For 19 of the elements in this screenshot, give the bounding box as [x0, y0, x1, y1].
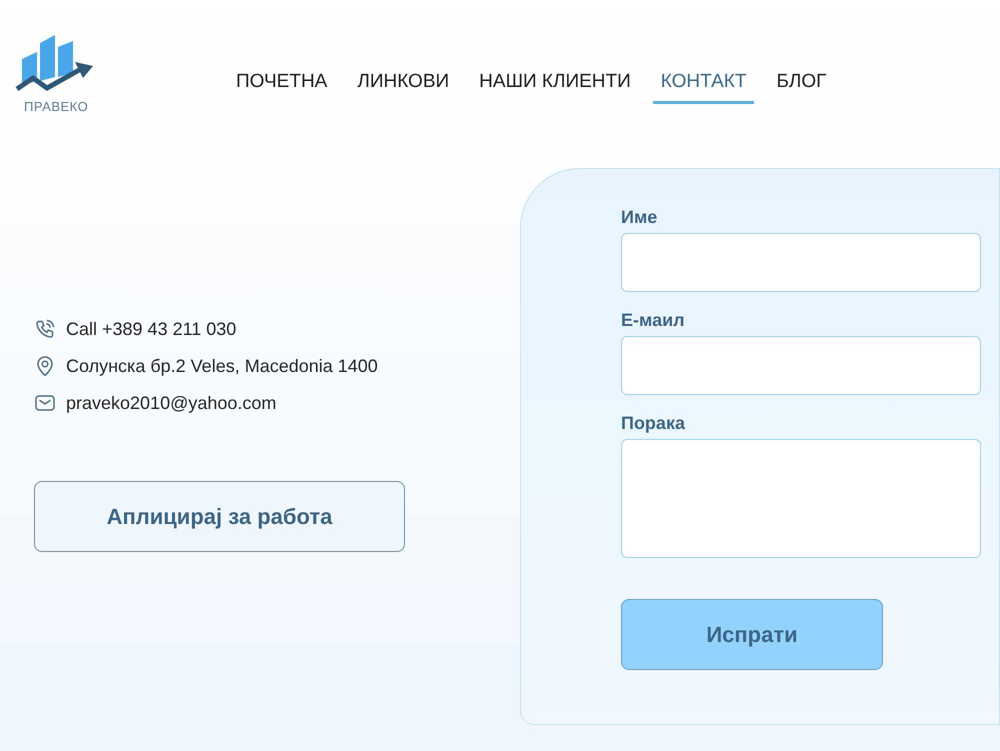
nav-link[interactable]: ЛИНКОВИ — [349, 69, 458, 104]
field-label: Порака — [621, 412, 685, 434]
nav-link[interactable]: БЛОГ — [768, 69, 834, 104]
text-input[interactable] — [621, 336, 981, 395]
logo-text: ПРАВЕКО — [24, 98, 88, 116]
phone-icon — [34, 318, 56, 340]
apply-for-job-button[interactable]: Аплицирај за работа — [34, 481, 405, 552]
email-address-link[interactable]: praveko2010@yahoo.com — [66, 390, 276, 416]
send-button[interactable]: Испрати — [621, 599, 883, 670]
contact-text: Call +389 43 211 030 — [66, 318, 236, 340]
field-label: Е-маил — [621, 309, 685, 331]
logo-icon — [15, 33, 95, 93]
contact-text: Солунска бр.2 Veles, Macedonia 1400 — [66, 354, 378, 378]
nav-link[interactable]: ПОЧЕТНА — [228, 69, 336, 104]
nav-link[interactable]: КОНТАКТ — [652, 69, 754, 104]
field-label: Име — [621, 206, 658, 228]
text-input[interactable] — [621, 233, 981, 292]
nav-link[interactable]: НАШИ КЛИЕНТИ — [471, 69, 639, 104]
message-textarea[interactable] — [621, 439, 981, 558]
